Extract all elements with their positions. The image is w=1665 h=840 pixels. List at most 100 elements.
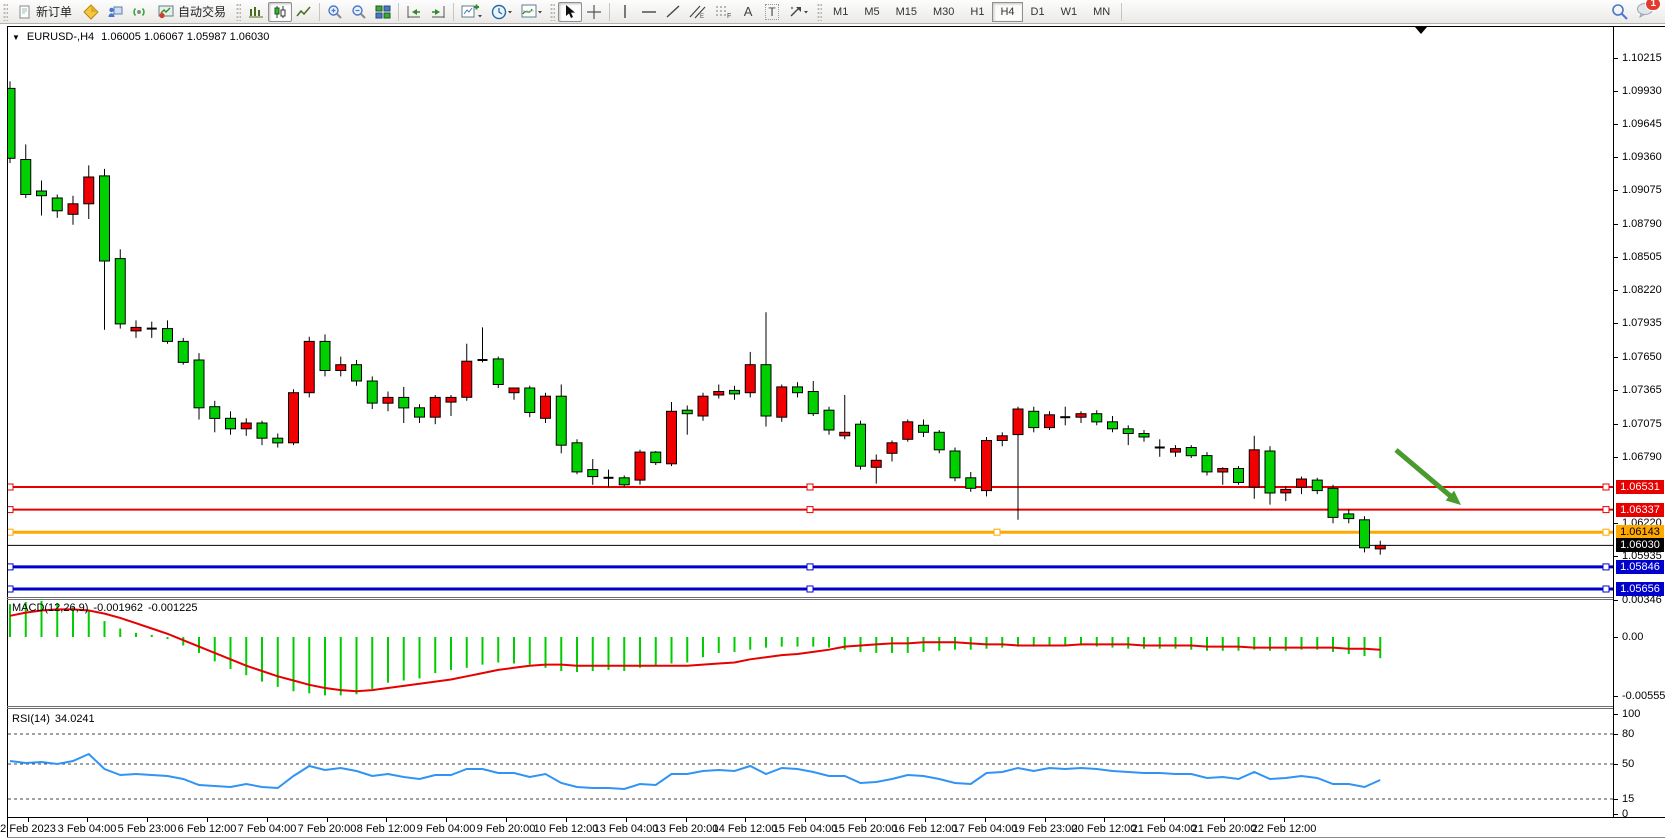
zoom-in-button[interactable]	[323, 2, 347, 22]
cursor-tool-button[interactable]	[558, 2, 582, 22]
candle	[1029, 407, 1039, 433]
macd-tick-label: -0.005553	[1622, 691, 1665, 702]
timeframe-button-W1[interactable]: W1	[1053, 2, 1086, 22]
trendline-tool-button[interactable]	[661, 2, 685, 22]
line-chart-button[interactable]	[292, 2, 316, 22]
timeframe-button-D1[interactable]: D1	[1023, 2, 1053, 22]
candle	[856, 421, 866, 470]
candle	[52, 195, 62, 218]
chart-dropdown-icon[interactable]: ▼	[12, 33, 20, 42]
time-tick	[566, 818, 567, 822]
fibonacci-tool-button[interactable]: F	[710, 2, 736, 22]
price-tick-1.07075-label: 1.07075	[1622, 419, 1662, 430]
timeframe-button-M15[interactable]: M15	[888, 2, 925, 22]
rsi-panel-canvas[interactable]	[8, 710, 1613, 817]
time-tick	[1284, 818, 1285, 822]
new-chart-button[interactable]	[457, 2, 487, 22]
time-label: 7 Feb 04:00	[238, 823, 297, 835]
hline-handle[interactable]	[1603, 564, 1609, 570]
timeframe-button-M1[interactable]: M1	[825, 2, 856, 22]
new-order-button[interactable]: 新订单	[11, 2, 79, 22]
timeframe-button-M5[interactable]: M5	[856, 2, 887, 22]
candle	[1076, 411, 1086, 423]
candle	[8, 81, 15, 163]
tile-windows-button[interactable]	[371, 2, 395, 22]
auto-trading-button[interactable]: 自动交易	[151, 2, 233, 22]
candle	[509, 388, 519, 400]
signals-button[interactable]	[127, 2, 151, 22]
candle	[793, 382, 803, 397]
channel-tool-button[interactable]: E	[685, 2, 710, 22]
text-tool-icon: A	[744, 4, 753, 19]
arrows-tool-button[interactable]	[784, 2, 814, 22]
new-chart-icon	[461, 4, 483, 19]
toolbar-gripper[interactable]	[817, 3, 822, 21]
hline-handle[interactable]	[8, 507, 13, 513]
hline-handle[interactable]	[1603, 484, 1609, 490]
main-chart-canvas[interactable]	[8, 26, 1613, 597]
auto-scroll-button[interactable]	[402, 2, 426, 22]
toolbar-gripper[interactable]	[3, 3, 8, 21]
rsi-tick-label: 50	[1622, 759, 1634, 770]
toolbar-gripper[interactable]	[550, 3, 555, 21]
market-watch-button[interactable]	[79, 2, 103, 22]
timeframe-button-H1[interactable]: H1	[962, 2, 992, 22]
hline-handle[interactable]	[994, 529, 1000, 535]
time-label: 8 Feb 12:00	[357, 823, 416, 835]
candle	[1297, 477, 1307, 495]
candle	[588, 459, 598, 485]
price-tick-1.09075-label: 1.09075	[1622, 185, 1662, 196]
hline-handle[interactable]	[807, 507, 813, 513]
svg-text:E: E	[700, 14, 704, 19]
vertical-line-tool-button[interactable]	[613, 2, 637, 22]
toolbar-gripper[interactable]	[236, 3, 241, 21]
bar-chart-button[interactable]	[244, 2, 268, 22]
timeframe-button-M30[interactable]: M30	[925, 2, 962, 22]
window-bottom-border	[7, 837, 1665, 838]
time-axis[interactable]: 2 Feb 20233 Feb 04:005 Feb 23:006 Feb 12…	[0, 818, 1665, 837]
candle	[934, 430, 944, 453]
annotation-arrow[interactable]	[1396, 450, 1450, 496]
hline-handle[interactable]	[807, 484, 813, 490]
hline-handle[interactable]	[8, 529, 13, 535]
text-tool-button[interactable]: A	[736, 2, 760, 22]
periods-button[interactable]	[487, 2, 517, 22]
window-left-border	[7, 26, 8, 837]
candle	[1218, 467, 1228, 485]
zoom-in-icon	[327, 4, 343, 20]
time-tick	[805, 818, 806, 822]
candle	[1092, 410, 1102, 425]
horizontal-line-tool-button[interactable]	[637, 2, 661, 22]
indicators-button[interactable]	[517, 2, 547, 22]
hline-handle[interactable]	[8, 484, 13, 490]
search-icon[interactable]	[1611, 3, 1628, 20]
timeframe-button-MN[interactable]: MN	[1085, 2, 1118, 22]
macd-splitter-top	[7, 597, 1613, 598]
candle	[604, 470, 614, 488]
zoom-out-button[interactable]	[347, 2, 371, 22]
price-flag-1.05656: 1.05656	[1616, 582, 1664, 596]
hline-handle[interactable]	[8, 564, 13, 570]
notifications-button[interactable]: 1	[1636, 2, 1655, 21]
hline-handle[interactable]	[807, 586, 813, 592]
timeframe-button-H4[interactable]: H4	[992, 2, 1022, 22]
hline-handle[interactable]	[1603, 529, 1609, 535]
chart-shift-button[interactable]	[426, 2, 450, 22]
text-label-tool-button[interactable]: T	[760, 2, 784, 22]
hline-handle[interactable]	[807, 564, 813, 570]
candle	[178, 338, 188, 365]
time-tick	[865, 818, 866, 822]
hline-handle[interactable]	[1603, 507, 1609, 513]
macd-panel-canvas[interactable]	[8, 600, 1613, 706]
toolbar-separator	[609, 3, 610, 21]
time-tick	[327, 818, 328, 822]
candle	[919, 420, 929, 438]
crosshair-tool-button[interactable]	[582, 2, 606, 22]
chart-title-bar[interactable]: ▼ EURUSD-,H4 1.06005 1.06067 1.05987 1.0…	[12, 31, 269, 43]
price-flag-1.06030: 1.06030	[1616, 538, 1664, 552]
trade-accounts-button[interactable]	[103, 2, 127, 22]
hline-handle[interactable]	[8, 586, 13, 592]
candlestick-chart-button[interactable]	[268, 2, 292, 22]
hline-handle[interactable]	[1603, 586, 1609, 592]
time-label: 5 Feb 23:00	[118, 823, 177, 835]
